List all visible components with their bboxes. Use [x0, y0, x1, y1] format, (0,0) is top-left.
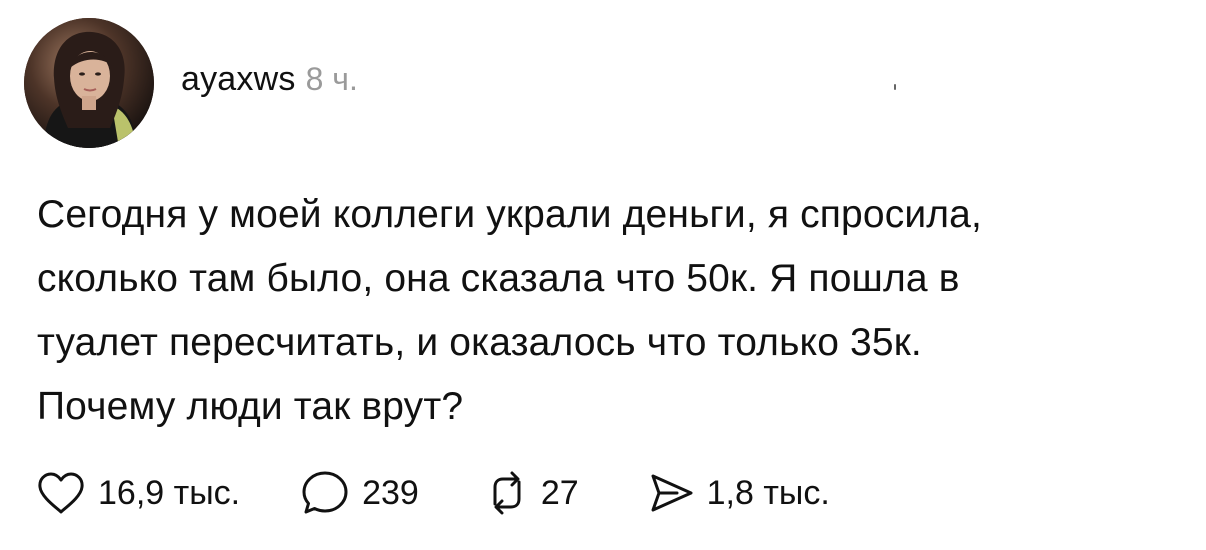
share-count: 1,8 тыс. — [706, 473, 830, 512]
repost-count: 27 — [540, 473, 579, 512]
dot-mark — [894, 84, 896, 90]
post-text-line: сколько там было, она сказала что 50к. Я… — [37, 257, 960, 300]
like-count: 16,9 тыс. — [98, 473, 241, 512]
repost-icon — [485, 470, 529, 516]
comment-icon — [300, 469, 350, 517]
post-actions: 16,9 тыс. 239 27 1,8 тыс. — [36, 468, 830, 518]
post-time: 8 ч. — [305, 61, 358, 97]
comment-button[interactable]: 239 — [300, 469, 419, 517]
username-link[interactable]: ayaxws — [181, 60, 296, 99]
avatar[interactable] — [24, 18, 154, 148]
share-button[interactable]: 1,8 тыс. — [647, 471, 830, 515]
post-text-line: туалет пересчитать, и оказалось что толь… — [37, 321, 922, 364]
post-card: ayaxws 8 ч. Сегодня у моей коллеги украл… — [0, 0, 1206, 550]
repost-button[interactable]: 27 — [485, 470, 579, 516]
post-text: Сегодня у моей коллеги украли деньги, я … — [37, 183, 1177, 439]
like-button[interactable]: 16,9 тыс. — [36, 470, 240, 516]
comment-count: 239 — [362, 473, 419, 512]
post-text-line: Почему люди так врут? — [37, 385, 464, 428]
share-icon — [647, 471, 695, 515]
avatar-image — [24, 18, 154, 148]
heart-icon — [36, 470, 86, 516]
post-text-line: Сегодня у моей коллеги украли деньги, я … — [37, 193, 983, 236]
post-header: ayaxws 8 ч. — [181, 60, 358, 100]
